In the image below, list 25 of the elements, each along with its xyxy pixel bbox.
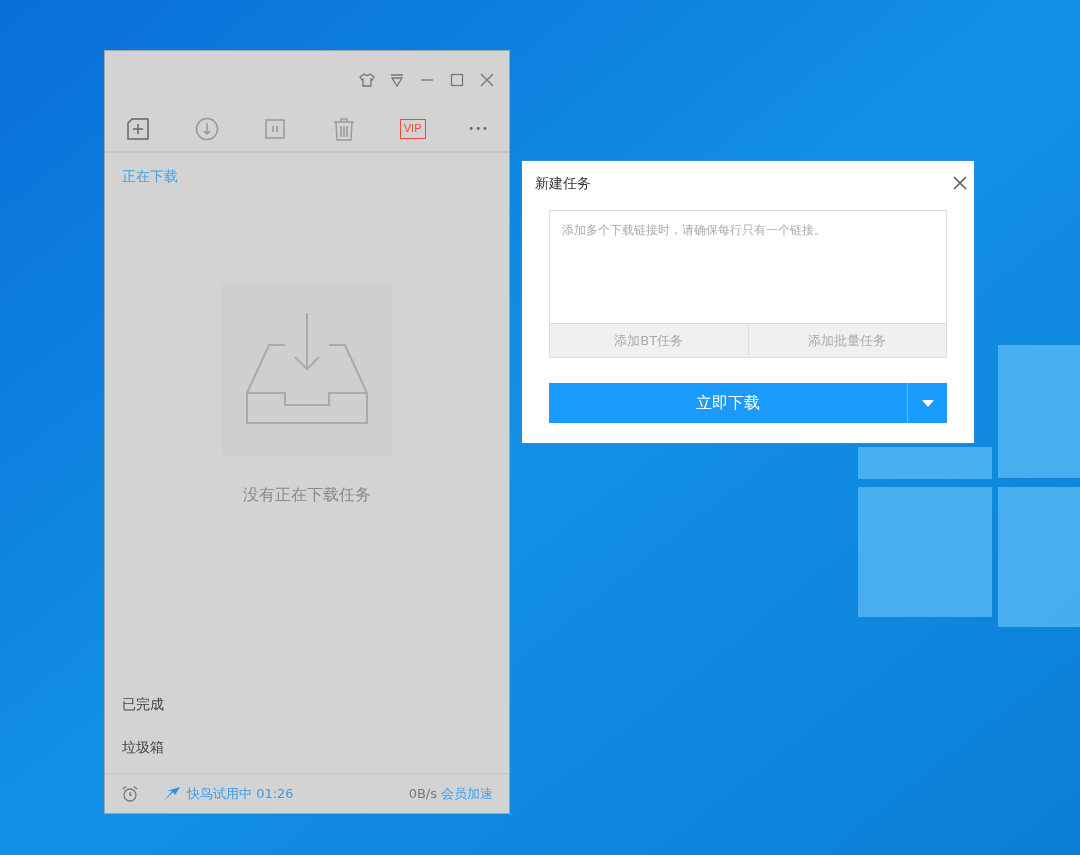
skin-icon[interactable] [359,71,375,88]
link-input-area[interactable]: 添加多个下载链接时，请确保每行只有一个链接。 添加BT任务 添加批量任务 [549,210,947,358]
maximize-icon[interactable] [449,71,465,88]
empty-message: 没有正在下载任务 [243,484,371,506]
add-task-tab[interactable]: 添加BT任务 [550,324,748,357]
dropdown-button[interactable] [907,383,947,423]
alarm-clock-icon[interactable] [121,784,139,803]
more-button[interactable]: ••• [468,121,489,136]
vip-button[interactable]: VIP [399,118,426,139]
member-speedup-link[interactable]: 会员加速 [441,783,493,804]
download-speed: 0B/s [408,784,437,803]
add-task-tab[interactable]: 添加批量任务 [747,324,946,357]
bird-icon[interactable] [163,785,181,802]
download-now-button[interactable]: 立即下载 [549,383,907,423]
dialog-title: 新建任务 [535,173,591,193]
add-file-icon[interactable] [125,115,151,142]
sidebar-item[interactable]: 正在下载 [105,155,509,198]
dropdown-menu-icon[interactable] [389,71,405,88]
empty-tray-icon [221,283,393,455]
sidebar-item[interactable]: 垃圾箱 [105,726,509,769]
caret-icon [921,399,934,407]
trial-status[interactable]: 快鸟试用中 01:26 [187,783,294,804]
sidebar-item[interactable]: 已完成 [105,683,509,726]
download-icon[interactable] [193,115,220,142]
close-icon[interactable] [952,175,968,191]
